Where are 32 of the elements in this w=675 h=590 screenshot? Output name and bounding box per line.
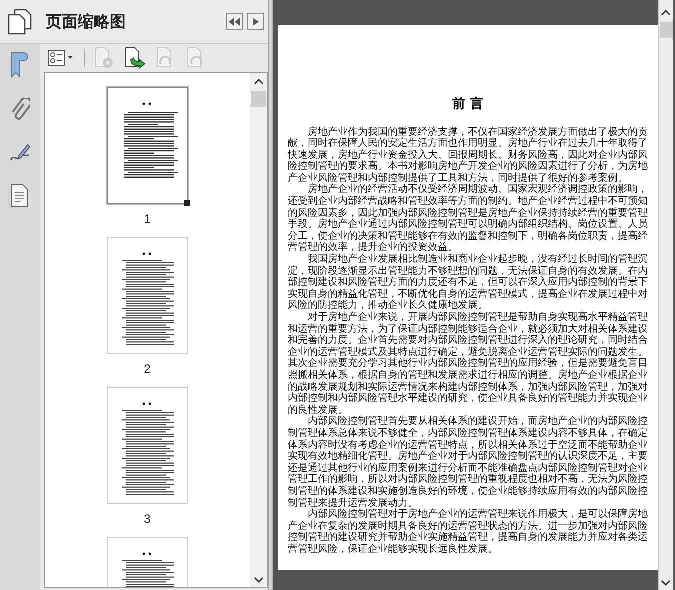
bookmark-icon[interactable] [10, 52, 30, 78]
double-left-arrow-icon [229, 18, 240, 26]
body-paragraph: 内部风险控制管理对于房地产企业的运营管理来说作用极大，是可以保障房地产企业在复杂的发展时期具备良好的运营管理状态的方法。进一步加强对内部风险控制管理的建设研究并帮助企业实施精益管理，提高自身的发展能力并应对各类运营管理风险，保证企业能够实现长远良性发展。 [288, 509, 648, 556]
scrollbar[interactable] [250, 73, 267, 587]
body-paragraph: 内部风险控制管理首先要从相关体系的建设开始，而房地产企业的内部风险控制管理体系总体来说不够健全，内部风险控制管理体系建设内容不够具体，在确定体系内容时没有考虑企业的运营管理特点，所以相关体系过于空泛而不能帮助企业实现有效地精细化管理。房地产企业对于内部风险控制管理的认识深度不足，主要还是通过其他行业的应用案例来进行分析而不能准确盘点内部风险控制管理对企业管理工作的影响，所以对内部风险控制管理的重视程度也相对不高，无法为风险控制管理的体系建设和实施创造良好的环境，使企业能够持续应用有效的内部风险控制管理来提升运营发展动力。 [288, 416, 648, 508]
body-paragraph: 我国房地产企业发展相比制造业和商业企业起步晚，没有经过长时间的管理沉淀，现阶段逐渐显示出管理能力不够理想的问题，无法保证自身的有效发展。在内部控制建设和风险管理方面的力度还有不足，但可以在深入应用内部控制的背景下实现自身的精益化管理，不断优化自身的运营管理模式，提高企业在发展过程中对风险的防控能力，推动企业长久健康地发展。 [288, 254, 648, 312]
scroll-down-icon[interactable] [254, 577, 264, 583]
options-menu-icon[interactable] [48, 50, 74, 66]
scroll-up-icon[interactable] [254, 79, 264, 85]
scrollbar[interactable] [658, 0, 673, 590]
page-arrow-icon[interactable] [125, 47, 147, 69]
scroll-down-icon[interactable] [661, 580, 671, 586]
document-icon[interactable] [10, 184, 30, 208]
panel-title: 页面缩略图 [46, 10, 126, 32]
page-number: 3 [144, 511, 151, 528]
next-button[interactable] [247, 13, 264, 30]
right-arrow-icon [252, 18, 258, 26]
body-paragraph: 房地产业作为我国的重要经济支撑，不仅在国家经济发展方面做出了极大的贡献，同时在保障人民的安定生活方面也作用明显。房地产行业在过去几十年取得了快速发展，房地产行业资金投入大、回报周期长、财务风险高，因此对企业内部风险控制管理的要求高。本书对影响房地产开发企业的风险因素进行了分析，为房地产企业风险管理和内部控制提供了工具和方法，同时提供了很好的参考案例。 [288, 126, 648, 184]
page-thumbnail[interactable] [107, 237, 188, 354]
page-thumbnail[interactable] [107, 87, 188, 204]
scroll-thumb[interactable] [660, 22, 672, 38]
collapse-button[interactable] [226, 13, 243, 30]
page-number: 2 [144, 361, 151, 378]
body-paragraph: 对于房地产企业来说，开展内部风险控制管理是帮助自身实现高水平精益管理和运营的重要方法，为了保证内部控制能够适合企业，就必须加大对相关体系建设和完善的力度。企业首先需要对内部风险控制管理进行深入的理论研究，同时结合企业的运营管理模式及其特点进行确定，避免脱离企业运营管理实际的问题发生。其次企业需要充分学习其他行业内部风险控制管理的应用经验，但是需要避免盲目照搬相关体系，根据自身的管理和发展需求进行相应的调整。房地产企业根据企业的战略发展规划和实际运营情况来构建内部控制体系，加强内部风险管理，加强对内部控制和内部风险管理水平建设的研究，使企业具备良好的管理能力并实现企业的良性发展。 [288, 312, 648, 416]
page-thumbnail[interactable] [107, 387, 188, 504]
page-heading: 前 言 [452, 96, 484, 114]
body-paragraph: 房地产企业的经营活动不仅受经济周期波动、国家宏观经济调控政策的影响，还受到企业内部经营战略和管理效率等方面的制约。地产企业经营过程中不可预知的风险因素多，因此加强内部风险控制管理是房地产企业保持持续经营的重要管理手段。房地产企业通过内部风险控制管理可以明确内部组织结构、岗位设置、人员分工，使企业的决策和管理能够在有效的监督和控制下，明确各岗位职责，提高经营管理的效率，提升企业的投资效益。 [288, 184, 648, 254]
scroll-thumb[interactable] [251, 91, 266, 107]
scroll-up-icon[interactable] [661, 10, 671, 16]
paperclip-icon[interactable] [10, 98, 30, 122]
pages-icon[interactable] [8, 8, 32, 34]
page-number: 1 [144, 211, 151, 228]
